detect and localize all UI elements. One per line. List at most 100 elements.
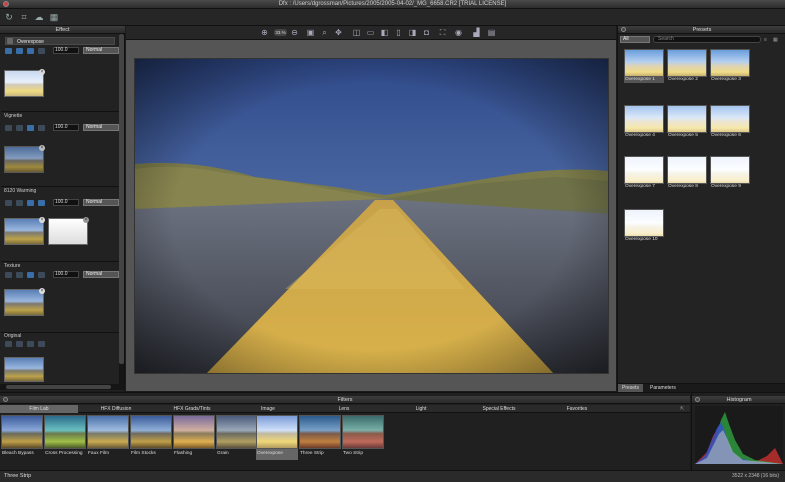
cloud-icon[interactable]: ☁ (34, 12, 44, 22)
image-preview[interactable] (134, 58, 609, 374)
preset-item[interactable]: Overexpose 6 (710, 105, 750, 139)
preset-item[interactable]: Overexpose 8 (667, 156, 707, 190)
side-by-side-icon[interactable]: ▭ (366, 28, 375, 37)
preset-item[interactable]: Overexpose 7 (624, 156, 664, 190)
brush-icon[interactable] (5, 200, 12, 206)
preset-item[interactable]: Overexpose 9 (710, 156, 750, 190)
gradient-icon[interactable] (27, 48, 34, 54)
filter-item[interactable]: Cross Processing (44, 415, 86, 460)
effect-layer-header[interactable]: Overexpose (5, 37, 115, 45)
tab-film-lab[interactable]: Film Lab (0, 405, 78, 413)
tab-favorites[interactable]: Favorites (538, 405, 616, 413)
eye-icon[interactable] (38, 125, 45, 131)
preset-item[interactable]: Overexpose 2 (667, 49, 707, 83)
preset-item[interactable]: Overexpose 4 (624, 105, 664, 139)
gradient-icon[interactable] (27, 341, 34, 347)
panel-close-icon[interactable] (695, 397, 700, 402)
eye-icon[interactable] (38, 272, 45, 278)
tab-image[interactable]: Image (230, 405, 306, 413)
pan-icon[interactable]: ✥ (334, 28, 343, 37)
opacity-field[interactable]: 100.0 (53, 124, 79, 131)
layer-toggle-icon[interactable] (7, 38, 13, 44)
preset-item[interactable]: Overexpose 1 (624, 49, 664, 83)
grid-icon[interactable]: ▦ (49, 12, 59, 22)
filter-item[interactable]: Bleach Bypass (1, 415, 43, 460)
mask-thumbnail[interactable]: × (48, 217, 89, 245)
mask-icon[interactable] (16, 272, 23, 278)
histogram-view-icon[interactable]: ▟ (472, 28, 481, 37)
preset-item[interactable]: Overexpose 10 (624, 209, 664, 243)
filter-item[interactable]: Flashing (173, 415, 215, 460)
brush-icon[interactable] (5, 125, 12, 131)
presets-category-select[interactable]: All (620, 36, 650, 43)
preset-item[interactable]: Overexpose 5 (667, 105, 707, 139)
tab-special-effects[interactable]: Special Effects (460, 405, 538, 413)
filter-item-selected[interactable]: Overexpose (256, 415, 298, 460)
mask-view-icon[interactable]: ◘ (422, 28, 431, 37)
info-icon[interactable]: ▤ (487, 28, 496, 37)
opacity-field[interactable]: 100.0 (53, 271, 79, 278)
fullscreen-icon[interactable]: ⛶ (438, 28, 447, 37)
opacity-field[interactable]: 100.0 (53, 199, 79, 206)
filter-item[interactable]: Two Strip (342, 415, 384, 460)
effect-panel-scrollbar[interactable] (119, 34, 124, 384)
expand-icon[interactable]: ⇱ (680, 406, 684, 412)
effect-layer-texture[interactable]: Texture 100.0 Normal × (1, 261, 119, 331)
panel-close-icon[interactable] (3, 397, 8, 402)
filter-item[interactable]: Film Stocks (130, 415, 172, 460)
zoom-in-icon[interactable]: ⊕ (260, 28, 269, 37)
effect-panel-hscrollbar[interactable] (0, 384, 125, 390)
mask-icon[interactable] (16, 200, 23, 206)
remove-icon[interactable]: × (39, 288, 45, 294)
opacity-field[interactable]: 100.0 (53, 47, 79, 54)
effect-thumbnail[interactable]: × (4, 145, 45, 173)
list-view-icon[interactable]: ≡ (764, 37, 770, 43)
zoom-out-icon[interactable]: ⊖ (290, 28, 299, 37)
fit-icon[interactable]: ▣ (306, 28, 315, 37)
blend-mode-select[interactable]: Normal (83, 124, 119, 131)
tab-lens[interactable]: Lens (306, 405, 382, 413)
brush-icon[interactable] (5, 48, 12, 54)
zoom-level[interactable]: 33.% (274, 29, 287, 36)
refresh-icon[interactable]: ↻ (4, 12, 14, 22)
eye-icon[interactable] (38, 48, 45, 54)
brush-icon[interactable] (5, 341, 12, 347)
preset-item[interactable]: Overexpose 3 (710, 49, 750, 83)
filter-item[interactable]: Faux Film (87, 415, 129, 460)
remove-icon[interactable]: × (39, 145, 45, 151)
original-icon[interactable]: ▯ (394, 28, 403, 37)
eye-icon[interactable] (38, 200, 45, 206)
brush-icon[interactable] (5, 272, 12, 278)
panel-close-icon[interactable] (621, 27, 626, 32)
tab-light[interactable]: Light (382, 405, 460, 413)
blend-mode-select[interactable]: Normal (83, 271, 119, 278)
tab-hfx-diffusion[interactable]: HFX Diffusion (78, 405, 154, 413)
crop-icon[interactable]: ⌗ (19, 12, 29, 22)
magnifier-icon[interactable]: ⌕ (320, 28, 329, 37)
filter-item[interactable]: Three Strip (299, 415, 341, 460)
compare-icon[interactable]: ◨ (408, 28, 417, 37)
scroll-thumb[interactable] (6, 385, 111, 389)
eye-icon[interactable] (38, 341, 45, 347)
mask-icon[interactable] (16, 125, 23, 131)
remove-icon[interactable]: × (83, 217, 89, 223)
effect-layer-overexpose[interactable]: Overexpose 100.0 Normal × (1, 35, 119, 110)
gradient-icon[interactable] (27, 125, 34, 131)
effect-thumbnail[interactable]: × (4, 69, 45, 97)
effect-thumbnail[interactable]: × (4, 288, 45, 316)
grid-view-icon[interactable]: ▦ (773, 37, 779, 43)
scroll-thumb[interactable] (119, 34, 124, 364)
overlay-icon[interactable]: ◉ (454, 28, 463, 37)
blend-mode-select[interactable]: Normal (83, 47, 119, 54)
blend-mode-select[interactable]: Normal (83, 199, 119, 206)
effect-layer-vignette[interactable]: Vignette 100.0 Normal × (1, 111, 119, 185)
gradient-icon[interactable] (27, 272, 34, 278)
before-after-icon[interactable]: ◧ (380, 28, 389, 37)
effect-thumbnail[interactable]: × (4, 217, 45, 245)
tab-presets[interactable]: Presets (618, 384, 643, 392)
effect-thumbnail[interactable] (4, 357, 44, 382)
tab-hfx-grads-tints[interactable]: HFX Grads/Tints (154, 405, 230, 413)
tab-parameters[interactable]: Parameters (646, 384, 680, 392)
effect-layer-warming[interactable]: 8120 Warming 100.0 Normal × × (1, 186, 119, 260)
remove-icon[interactable]: × (39, 69, 45, 75)
